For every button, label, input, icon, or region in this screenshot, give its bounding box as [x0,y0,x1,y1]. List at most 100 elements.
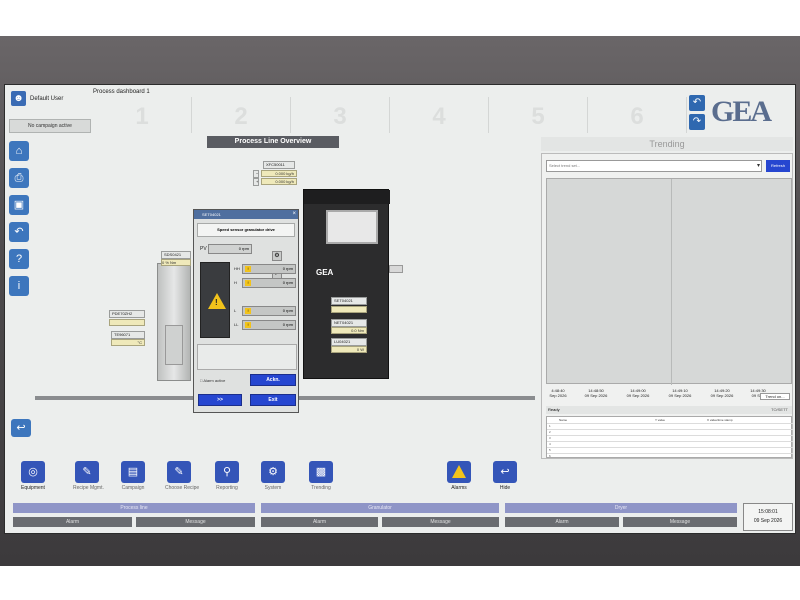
hh-field[interactable]: ! 0 rpm [242,264,296,274]
info-icon[interactable]: i [9,276,29,296]
row-number: 6 [549,454,551,458]
choose-recipe-icon: ✎ [167,461,191,483]
step-2[interactable]: 2 [192,97,291,133]
date-2: 09 Sep 2026 [584,393,608,398]
trend-plot-area[interactable] [546,178,792,385]
refresh-button[interactable]: Refresh [766,160,790,172]
dryer-tag-3[interactable]: LU04021 [331,338,367,346]
step-5[interactable]: 5 [489,97,588,133]
redo-arrow-icon[interactable]: ↷ [689,114,705,130]
reporting-label: Reporting [216,485,238,491]
alarm-triangle [452,465,466,478]
granulator-tag[interactable]: SDS0421 [161,251,191,259]
hide-button[interactable]: ↩ Hide [491,461,519,491]
ackn-button[interactable]: Ackn. [250,374,296,386]
flow-minus-button[interactable]: − [253,170,259,178]
hmi-screen: ☻ Default User No campaign active Proces… [4,84,796,534]
chevron-down-icon[interactable]: ▾ [757,161,760,171]
popup-tag: SET04021 [202,212,221,217]
flow-value-2: 0.000 kg/h [261,178,297,185]
user-box: ☻ Default User No campaign active [9,89,91,133]
equipment-label: Equipment [21,485,45,491]
save-icon[interactable]: ▣ [9,195,29,215]
pv-field: 0 rpm [208,244,252,254]
popup-title-bar[interactable]: SET04021 × [194,210,298,219]
home-icon[interactable]: ⌂ [9,141,29,161]
status-group-dryer: Dryer Alarm Message [505,503,737,531]
dryer-value-1 [331,306,367,313]
overview-title: Process Line Overview [207,136,339,148]
flow-tag[interactable]: XFC50011 [263,161,295,169]
status-group-process-line: Process line Alarm Message [13,503,255,531]
message-cell[interactable]: Message [623,517,737,527]
dryer-arm [389,265,403,273]
trend-status: Ready TO/SETT [546,406,792,414]
left-toolbar: ⌂ ⎙ ▣ ↶ ? i [9,141,31,303]
left-tag-2[interactable]: TE96071 [111,331,145,339]
system-label: System [264,485,282,491]
back-icon[interactable]: ↩ [11,419,31,437]
equipment-button[interactable]: ◎ Equipment [19,461,47,491]
step-1[interactable]: 1 [93,97,192,133]
step-bar: 1 2 3 4 5 6 [93,97,687,133]
left-value-2: °C [111,339,145,346]
logo-text: GEA [711,95,772,128]
trend-on-button[interactable]: Trend on... [760,393,790,400]
alarm-cell[interactable]: Alarm [505,517,619,527]
l-field[interactable]: ! 0 rpm [242,306,296,316]
status-group-granulator: Granulator Alarm Message [261,503,499,531]
step-3[interactable]: 3 [291,97,390,133]
flow-plus-button[interactable]: + [253,178,259,186]
trending-panel: Select trend set... ▾ Refresh 4:48:40 Sep… [541,153,793,459]
left-tag-1[interactable]: PDE70ZH2 [109,310,145,318]
choose-recipe-button[interactable]: ✎ Choose Recipe [165,461,199,491]
alarms-button[interactable]: Alarms [445,461,473,491]
settings-icon[interactable]: ⚙ [272,251,282,261]
step-4[interactable]: 4 [390,97,489,133]
flow-value-1: 0.000 kg/h [261,170,297,177]
time-label-4: 14:49:10 09 Sep 2026 [660,388,700,398]
dryer-tag-1[interactable]: SET04021 [331,297,367,305]
alarm-cell[interactable]: Alarm [261,517,378,527]
time-label-3: 14:49:00 09 Sep 2026 [618,388,658,398]
trend-set-select[interactable]: Select trend set... ▾ [546,160,762,172]
alarm-warning-icon [447,461,471,483]
l-value: 0 rpm [282,308,293,313]
reporting-icon: ⚲ [215,461,239,483]
user-icon[interactable]: ☻ [11,91,26,106]
popup-message-area [197,344,297,370]
trending-button[interactable]: ▩ Trending [307,461,335,491]
trending-label: Trending [311,485,331,491]
close-icon[interactable]: × [292,210,296,219]
reporting-button[interactable]: ⚲ Reporting [213,461,241,491]
system-button[interactable]: ⚙ System [259,461,287,491]
table-row[interactable]: 6 [547,453,793,459]
message-cell[interactable]: Message [382,517,499,527]
user-name: Default User [30,96,64,102]
campaign-button[interactable]: ▤ Campaign [119,461,147,491]
ll-field[interactable]: ! 0 rpm [242,320,296,330]
h-field[interactable]: ! 0 rpm [242,278,296,288]
step-6[interactable]: 6 [588,97,687,133]
undo-icon[interactable]: ↶ [9,222,29,242]
time-axis: 4:48:40 Sep 2026 14:48:50 09 Sep 2026 14:4… [546,388,792,404]
hide-arrow-icon: ↩ [493,461,517,483]
campaign-status: No campaign active [9,119,91,133]
hide-label: Hide [499,485,511,491]
dryer-tag-2[interactable]: NET04021 [331,319,367,327]
recipe-edit-icon: ✎ [75,461,99,483]
alarms-label: Alarms [451,485,467,491]
exit-button[interactable]: Exit [250,394,296,406]
dryer-top [304,190,390,204]
more-button[interactable]: >> [198,394,242,406]
campaign-icon: ▤ [121,461,145,483]
recipe-mgmt-button[interactable]: ✎ Recipe Mgmt. [73,461,104,491]
group-title: Granulator [261,503,499,513]
message-cell[interactable]: Message [136,517,255,527]
print-icon[interactable]: ⎙ [9,168,29,188]
undo-arrow-icon[interactable]: ↶ [689,95,705,111]
clock-date: 09 Sep 2026 [753,518,783,524]
group-cells: Alarm Message [13,517,255,527]
alarm-cell[interactable]: Alarm [13,517,132,527]
help-icon[interactable]: ? [9,249,29,269]
